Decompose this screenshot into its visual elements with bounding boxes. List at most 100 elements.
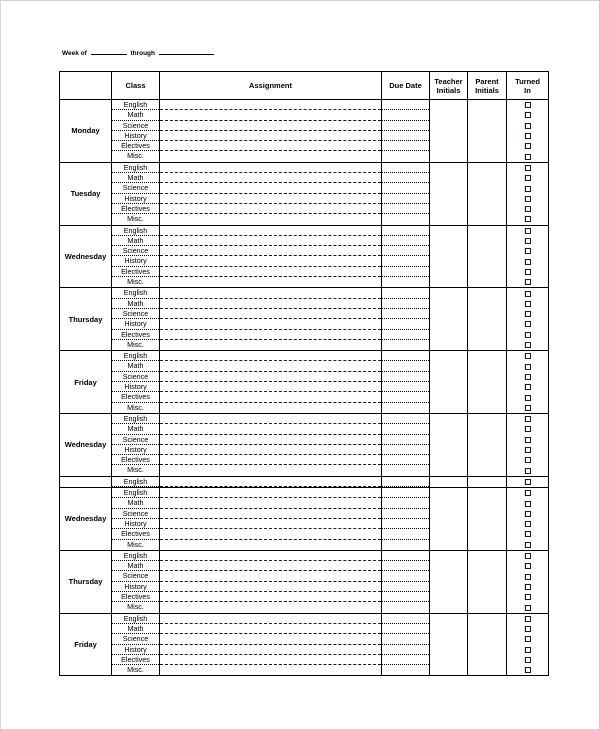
turned-in-checkbox[interactable] (524, 416, 531, 423)
assignment-entry-line[interactable] (160, 214, 381, 224)
due-date-entry-line[interactable] (382, 498, 429, 509)
turned-in-checkbox[interactable] (524, 426, 531, 433)
due-date-entry-line[interactable] (382, 246, 429, 257)
turned-in-checkbox[interactable] (524, 583, 531, 590)
due-date-entry-line[interactable] (382, 602, 429, 612)
due-date-entry-line[interactable] (382, 665, 429, 675)
due-date-entry-line[interactable] (382, 309, 429, 320)
turned-in-checkbox[interactable] (524, 112, 531, 119)
assignment-entry-line[interactable] (160, 163, 381, 174)
turned-in-checkbox[interactable] (524, 667, 531, 674)
assignment-entry-line[interactable] (160, 267, 381, 278)
due-date-entry-line[interactable] (382, 204, 429, 215)
turned-in-checkbox[interactable] (524, 510, 531, 517)
due-date-entry-line[interactable] (382, 519, 429, 530)
assignment-entry-line[interactable] (160, 488, 381, 499)
assignment-entry-line[interactable] (160, 655, 381, 666)
due-date-entry-line[interactable] (382, 100, 429, 111)
due-date-entry-line[interactable] (382, 592, 429, 603)
due-date-entry-line[interactable] (382, 319, 429, 330)
due-date-entry-line[interactable] (382, 403, 429, 413)
teacher-initials-cell[interactable] (429, 350, 468, 414)
due-date-entry-line[interactable] (382, 277, 429, 287)
assignment-entry-line[interactable] (160, 602, 381, 612)
parent-initials-cell[interactable] (467, 612, 507, 677)
due-date-entry-line[interactable] (382, 183, 429, 194)
due-date-entry-line[interactable] (382, 340, 429, 350)
due-date-entry-line[interactable] (382, 351, 429, 362)
due-date-entry-line[interactable] (382, 614, 429, 624)
teacher-initials-cell[interactable] (429, 549, 468, 614)
turned-in-checkbox[interactable] (524, 404, 531, 411)
assignment-entry-line[interactable] (160, 509, 381, 519)
turned-in-checkbox[interactable] (524, 626, 531, 633)
assignment-entry-line[interactable] (160, 121, 381, 131)
due-date-entry-line[interactable] (382, 288, 429, 299)
turned-in-checkbox[interactable] (524, 646, 531, 653)
due-date-entry-line[interactable] (382, 488, 429, 499)
parent-initials-cell[interactable] (467, 99, 507, 163)
turned-in-checkbox[interactable] (524, 467, 531, 474)
due-date-entry-line[interactable] (382, 151, 429, 161)
assignment-entry-line[interactable] (160, 131, 381, 142)
assignment-entry-line[interactable] (160, 445, 381, 456)
assignment-entry-line[interactable] (160, 288, 381, 299)
due-date-entry-line[interactable] (382, 131, 429, 142)
parent-initials-cell[interactable] (467, 224, 507, 289)
due-date-entry-line[interactable] (382, 561, 429, 572)
due-date-entry-line[interactable] (382, 634, 429, 645)
assignment-entry-line[interactable] (160, 561, 381, 572)
due-date-entry-line[interactable] (382, 551, 429, 562)
due-date-entry-line[interactable] (382, 655, 429, 666)
due-date-entry-line[interactable] (382, 624, 429, 635)
teacher-initials-cell[interactable] (429, 412, 468, 477)
turned-in-checkbox[interactable] (524, 563, 531, 570)
turned-in-checkbox[interactable] (524, 311, 531, 318)
assignment-entry-line[interactable] (160, 477, 381, 488)
turned-in-checkbox[interactable] (524, 206, 531, 213)
assignment-entry-line[interactable] (160, 403, 381, 413)
turned-in-checkbox[interactable] (524, 143, 531, 150)
due-date-entry-line[interactable] (382, 382, 429, 393)
due-date-entry-line[interactable] (382, 529, 429, 540)
due-date-entry-line[interactable] (382, 435, 429, 445)
due-date-entry-line[interactable] (382, 236, 429, 247)
turned-in-checkbox[interactable] (524, 531, 531, 538)
turned-in-checkbox[interactable] (524, 500, 531, 507)
due-date-entry-line[interactable] (382, 256, 429, 267)
assignment-entry-line[interactable] (160, 351, 381, 362)
turned-in-checkbox[interactable] (524, 384, 531, 391)
due-date-entry-line[interactable] (382, 372, 429, 383)
turned-in-checkbox[interactable] (524, 258, 531, 265)
assignment-entry-line[interactable] (160, 519, 381, 530)
assignment-entry-line[interactable] (160, 141, 381, 152)
due-date-entry-line[interactable] (382, 465, 429, 475)
turned-in-checkbox[interactable] (524, 331, 531, 338)
due-date-entry-line[interactable] (382, 163, 429, 174)
turned-in-checkbox[interactable] (524, 573, 531, 580)
turned-in-checkbox[interactable] (524, 321, 531, 328)
turned-in-checkbox[interactable] (524, 216, 531, 223)
assignment-entry-line[interactable] (160, 414, 381, 425)
turned-in-checkbox[interactable] (524, 227, 531, 234)
assignment-entry-line[interactable] (160, 465, 381, 475)
turned-in-checkbox[interactable] (524, 133, 531, 140)
assignment-entry-line[interactable] (160, 634, 381, 645)
turned-in-checkbox[interactable] (524, 490, 531, 497)
due-date-entry-line[interactable] (382, 509, 429, 519)
turned-in-checkbox[interactable] (524, 553, 531, 560)
assignment-entry-line[interactable] (160, 455, 381, 466)
assignment-entry-line[interactable] (160, 540, 381, 550)
due-date-entry-line[interactable] (382, 267, 429, 278)
due-date-entry-line[interactable] (382, 361, 429, 372)
assignment-entry-line[interactable] (160, 226, 381, 236)
assignment-entry-line[interactable] (160, 183, 381, 194)
assignment-entry-line[interactable] (160, 624, 381, 635)
turned-in-checkbox[interactable] (524, 373, 531, 380)
due-date-entry-line[interactable] (382, 424, 429, 435)
turned-in-checkbox[interactable] (524, 164, 531, 171)
teacher-initials-cell[interactable] (429, 287, 468, 352)
due-date-entry-line[interactable] (382, 141, 429, 152)
due-date-entry-line[interactable] (382, 110, 429, 121)
turned-in-checkbox[interactable] (524, 604, 531, 611)
